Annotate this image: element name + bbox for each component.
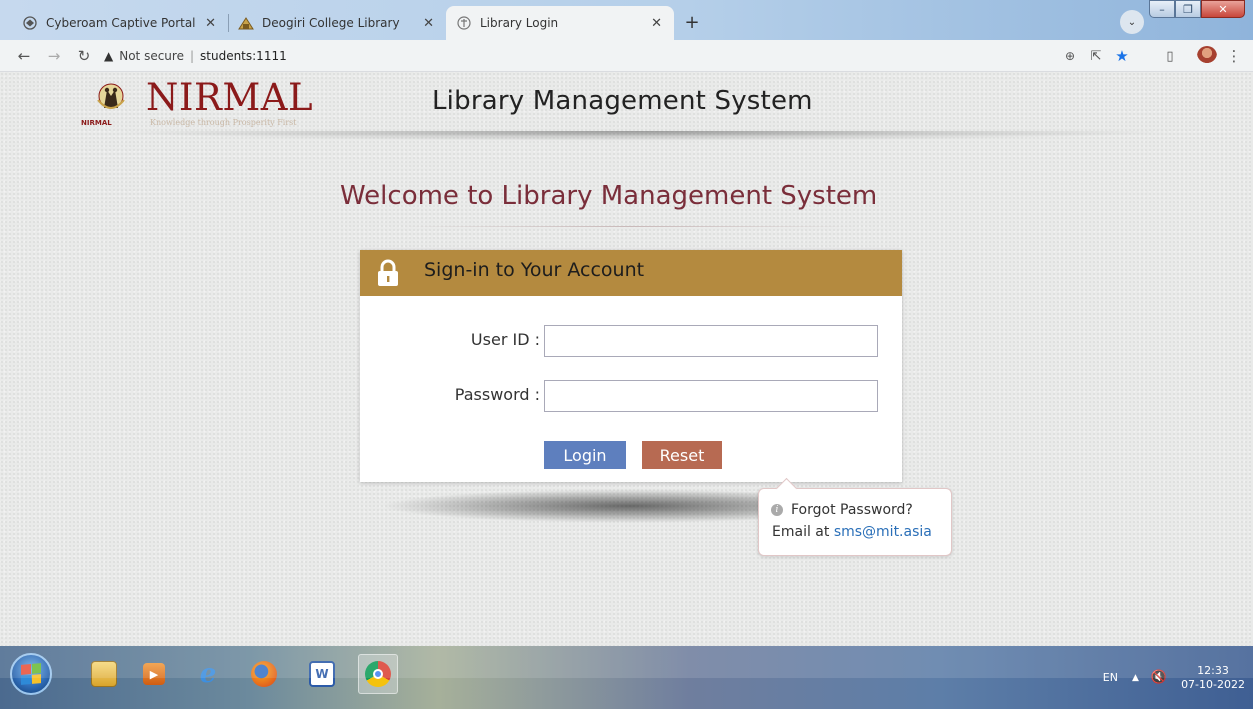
college-icon [238, 15, 254, 31]
tab-cyberoam[interactable]: Cyberoam Captive Portal ✕ [12, 6, 228, 40]
site-title: Library Management System [432, 86, 813, 116]
tab-title: Library Login [480, 16, 559, 30]
volume-muted-icon[interactable]: 🔇 [1151, 670, 1167, 685]
tab-title: Deogiri College Library [262, 16, 400, 30]
login-card: Sign-in to Your Account User ID : Passwo… [360, 250, 902, 482]
media-player-icon[interactable]: ▶ [134, 654, 174, 694]
share-icon[interactable]: ⇱ [1086, 46, 1106, 66]
forward-arrow-icon[interactable]: → [44, 46, 64, 66]
globe-icon [22, 15, 38, 31]
system-tray: EN ▲ 🔇 12:33 07-10-2022 [1103, 646, 1245, 709]
side-panel-icon[interactable]: ▯ [1160, 46, 1180, 66]
forgot-password-text: Forgot Password? [791, 502, 913, 518]
security-label: Not secure [119, 49, 184, 63]
header-divider [100, 131, 1180, 141]
clock-date: 07-10-2022 [1181, 677, 1245, 691]
tab-search-icon[interactable]: ⌄ [1120, 10, 1144, 34]
file-explorer-icon[interactable] [84, 654, 124, 694]
start-button[interactable] [10, 653, 52, 695]
tooltip-line-2: Email at sms@mit.asia [772, 524, 932, 540]
page-body: NIRMAL NIRMAL Knowledge through Prosperi… [0, 72, 1253, 646]
word-icon[interactable]: W [302, 654, 342, 694]
lock-icon [376, 258, 400, 288]
logo-text: NIRMAL [146, 76, 314, 119]
window-controls: – ❐ ✕ [1149, 0, 1245, 18]
menu-kebab-icon[interactable]: ⋮ [1224, 46, 1244, 66]
support-email-link[interactable]: sms@mit.asia [834, 524, 932, 540]
tab-library-login[interactable]: Library Login ✕ [446, 6, 674, 40]
zoom-icon[interactable]: ⊕ [1060, 46, 1080, 66]
show-hidden-icons-icon[interactable]: ▲ [1132, 673, 1139, 683]
taskbar: ▶ e W EN ▲ 🔇 12:33 07-10-2022 [0, 646, 1253, 709]
new-tab-button[interactable]: + [680, 10, 704, 34]
info-icon: i [771, 504, 783, 516]
minimize-icon[interactable]: – [1149, 0, 1175, 18]
password-label: Password : [454, 385, 540, 404]
logo-subtext: NIRMAL [81, 119, 112, 127]
nirmal-emblem-icon [94, 82, 128, 118]
avatar[interactable] [1197, 46, 1217, 66]
user-id-label: User ID : [470, 330, 540, 349]
login-button[interactable]: Login [544, 441, 626, 469]
firefox-icon[interactable] [244, 654, 284, 694]
chrome-icon[interactable] [358, 654, 398, 694]
user-id-input[interactable] [544, 325, 878, 357]
warning-icon: ▲ [104, 49, 114, 63]
restore-icon[interactable]: ❐ [1175, 0, 1201, 18]
clock-time: 12:33 [1197, 663, 1229, 677]
welcome-divider [400, 226, 860, 227]
internet-explorer-icon[interactable]: e [188, 654, 228, 694]
reload-icon[interactable]: ↻ [74, 46, 94, 66]
tooltip-line-1: i Forgot Password? [771, 502, 913, 518]
close-tab-icon[interactable]: ✕ [205, 16, 216, 31]
login-card-title: Sign-in to Your Account [424, 259, 645, 281]
forgot-password-tooltip: i Forgot Password? Email at sms@mit.asia [758, 488, 952, 556]
login-card-header: Sign-in to Your Account [360, 250, 902, 296]
address-bar[interactable]: ▲ Not secure | students:1111 [104, 44, 287, 68]
language-indicator[interactable]: EN [1103, 671, 1118, 684]
browser-toolbar: ← → ↻ ▲ Not secure | students:1111 ⊕ ⇱ ★… [0, 40, 1253, 72]
welcome-heading: Welcome to Library Management System [340, 181, 878, 211]
window-close-icon[interactable]: ✕ [1201, 0, 1245, 18]
email-prefix: Email at [772, 524, 834, 540]
tab-title: Cyberoam Captive Portal [46, 16, 196, 30]
library-icon [456, 15, 472, 31]
url-separator: | [189, 49, 195, 63]
windows-flag-icon [21, 663, 41, 685]
url-host: students:1111 [200, 49, 287, 63]
clock[interactable]: 12:33 07-10-2022 [1181, 664, 1245, 692]
bookmark-star-icon[interactable]: ★ [1112, 46, 1132, 66]
logo-tagline: Knowledge through Prosperity First [150, 118, 297, 127]
password-input[interactable] [544, 380, 878, 412]
back-arrow-icon[interactable]: ← [14, 46, 34, 66]
close-tab-icon[interactable]: ✕ [423, 16, 434, 31]
reset-button[interactable]: Reset [642, 441, 722, 469]
browser-tab-strip: Cyberoam Captive Portal ✕ Deogiri Colleg… [0, 0, 1253, 40]
close-tab-icon[interactable]: ✕ [651, 16, 662, 31]
tab-deogiri[interactable]: Deogiri College Library ✕ [228, 6, 446, 40]
